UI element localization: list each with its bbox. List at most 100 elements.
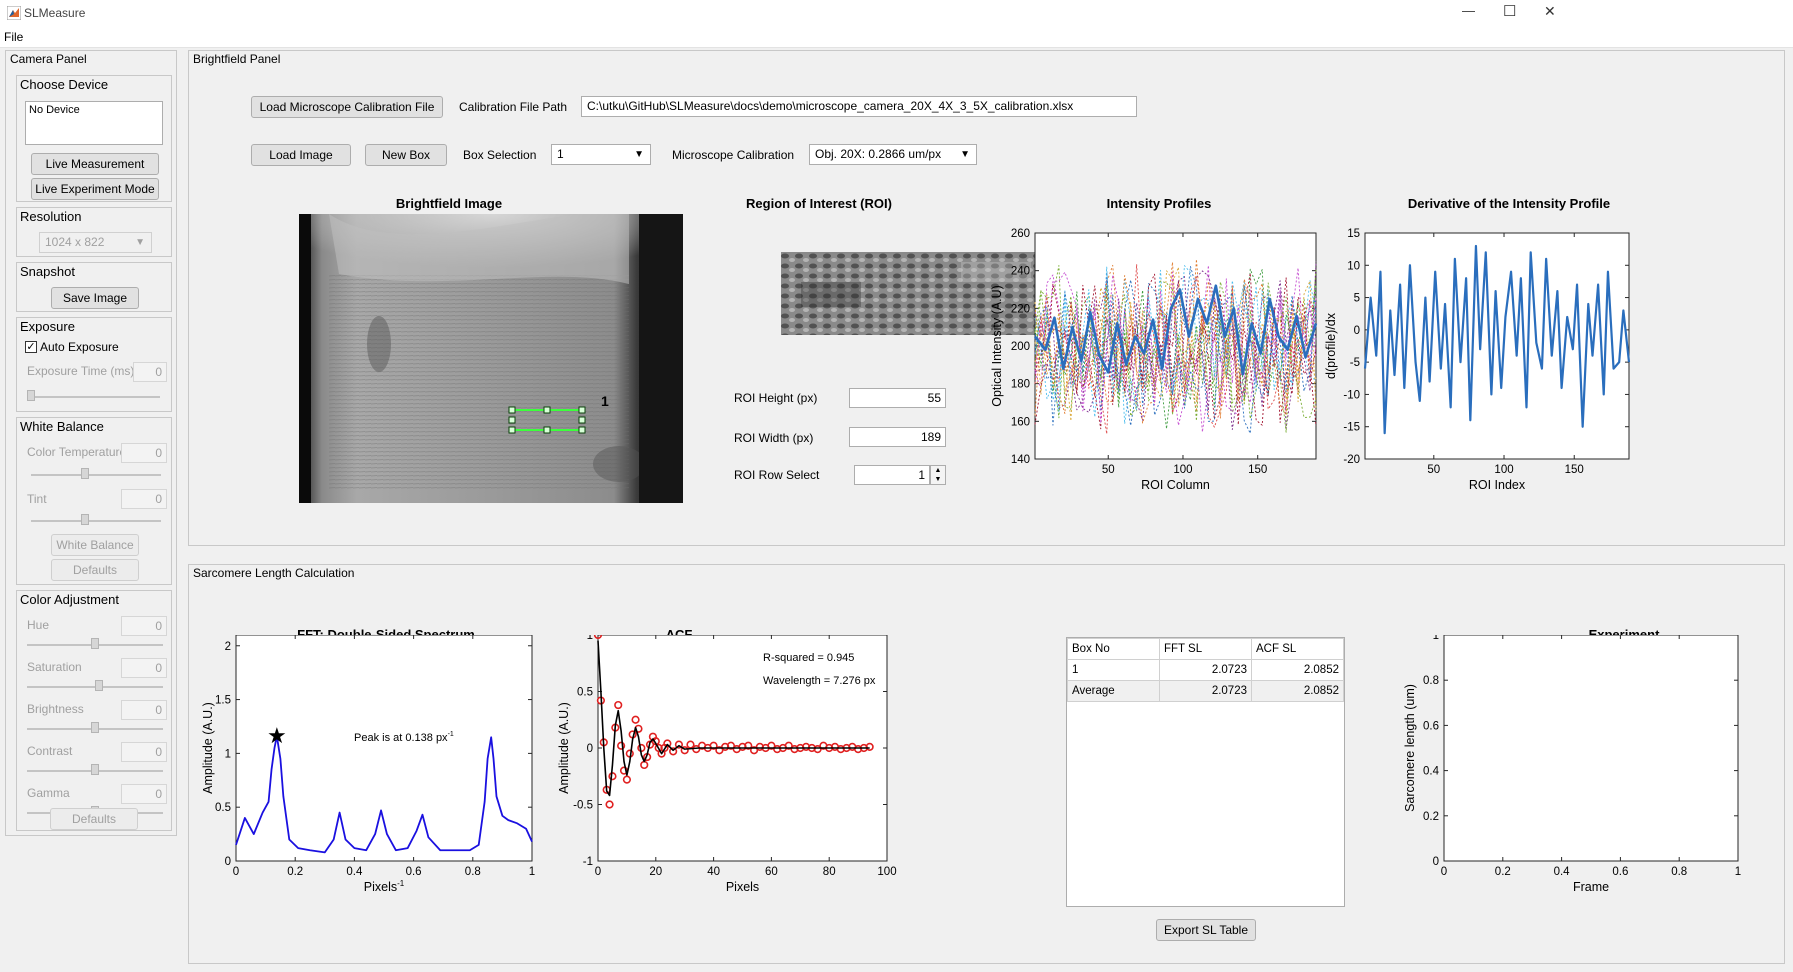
calibration-path-field[interactable]: C:\utku\GitHub\SLMeasure\docs\demo\micro… [581,96,1137,117]
x-axis-label-superscript: -1 [397,879,405,888]
sl-table-header[interactable]: FFT SL [1159,638,1252,660]
load-image-button[interactable]: Load Image [251,144,351,166]
derivative-chart: 50 100 150 -20 -15 -10 -5 0 5 10 15 ROI Index d(prof… [1324,228,1631,492]
box-selection-dropdown[interactable]: 1 ▼ [551,144,651,165]
peak-star-marker: ★ [267,723,287,748]
sl-table[interactable]: Box No FFT SL ACF SL 1 2.0723 2.0852 Ave… [1066,637,1345,907]
x-tick-label: 0.6 [406,866,422,878]
x-tick-label: 1 [529,866,535,878]
tint-slider[interactable] [31,520,161,522]
roi-height-label: ROI Height (px) [734,391,818,405]
roi-box-label: 1 [601,393,609,409]
y-tick-label: 0.4 [1423,766,1440,778]
table-row[interactable]: Average 2.0723 2.0852 [1067,680,1344,702]
color-adjustment-title: Color Adjustment [20,592,119,607]
exposure-title: Exposure [20,319,75,334]
y-tick-label: 1 [225,748,231,760]
x-tick-label: 0.6 [1612,866,1628,878]
x-tick-label: 150 [1565,464,1584,476]
roi-row-select-field[interactable]: 1 [854,465,930,485]
y-tick-label: 260 [1011,228,1030,240]
hue-label: Hue [27,618,50,632]
brightness-slider-thumb[interactable] [91,722,99,733]
sl-panel: Sarcomere Length Calculation FFT: Double… [188,564,1785,964]
live-measurement-button[interactable]: Live Measurement Mode [31,153,159,191]
device-list-item[interactable]: No Device [29,104,80,116]
x-axis-label: Pixels [726,880,759,894]
color-temperature-slider[interactable] [31,474,161,476]
brightfield-panel-title: Brightfield Panel [193,52,281,66]
fft-chart: 0 0.2 0.4 0.6 0.8 1 0 0.5 1 1.5 2 Pixels-1 Amplitude… [201,635,535,894]
resolution-dropdown[interactable]: 1024 x 822 ▼ [39,232,152,253]
exposure-group: Exposure ✓ Auto Exposure Exposure Time (… [16,317,172,412]
y-tick-label: 0.5 [577,687,593,699]
maximize-button[interactable]: ☐ [1503,2,1516,20]
sl-table-grid: Box No FFT SL ACF SL 1 2.0723 2.0852 Ave… [1067,638,1344,702]
choose-device-group: Choose Device No Device Live Measurement… [16,75,172,202]
peak-annotation: Peak is at 0.138 px-1 [354,731,454,744]
hue-field[interactable]: 0 [121,616,167,636]
microscope-calibration-dropdown[interactable]: Obj. 20X: 0.2866 um/px ▼ [809,144,977,165]
x-axis-label: Pixels-1 [364,879,405,894]
saturation-slider-thumb[interactable] [95,680,103,691]
brightness-field[interactable]: 0 [121,700,167,720]
exposure-slider[interactable] [27,396,160,398]
roi-width-field[interactable]: 189 [849,427,946,447]
white-balance-button[interactable]: White Balance [51,534,139,556]
contrast-slider-thumb[interactable] [91,764,99,775]
x-tick-label: 50 [1427,464,1440,476]
window-title: SLMeasure [24,6,86,20]
export-sl-table-button[interactable]: Export SL Table [1156,919,1256,941]
x-tick-label: 0.2 [1495,866,1511,878]
sl-panel-title: Sarcomere Length Calculation [193,566,355,580]
x-tick-label: 40 [707,866,720,878]
device-listbox[interactable]: No Device [25,101,163,145]
hue-slider-thumb[interactable] [91,638,99,649]
microscope-calibration-value: Obj. 20X: 0.2866 um/px [815,147,942,161]
auto-exposure-checkbox[interactable]: ✓ [25,341,37,353]
close-button[interactable]: ✕ [1544,3,1556,20]
save-image-button[interactable]: Save Image [51,287,139,309]
sl-table-header[interactable]: Box No [1067,638,1160,660]
brightfield-image[interactable] [299,214,683,503]
saturation-field[interactable]: 0 [121,658,167,678]
roi-height-field[interactable]: 55 [849,388,946,408]
y-tick-label: 200 [1011,341,1030,353]
y-axis-label: Amplitude (A.U.) [201,702,215,794]
white-balance-defaults-button[interactable]: Defaults [51,559,139,581]
menu-file[interactable]: File [4,30,23,44]
table-row[interactable]: 1 2.0723 2.0852 [1067,659,1344,681]
color-temperature-field[interactable]: 0 [121,443,167,463]
gamma-field[interactable]: 0 [121,784,167,804]
color-defaults-button[interactable]: Defaults [50,808,138,830]
y-tick-label: 1 [587,635,593,642]
contrast-field[interactable]: 0 [121,742,167,762]
sl-table-header[interactable]: ACF SL [1251,638,1344,660]
new-box-button[interactable]: New Box [365,144,447,166]
live-experiment-button[interactable]: Live Experiment Mode [31,178,159,200]
color-temperature-slider-thumb[interactable] [81,468,89,479]
y-tick-label: -10 [1343,389,1360,401]
roi-title: Region of Interest (ROI) [746,196,892,211]
white-balance-group: White Balance Color Temperature 0 Tint 0… [16,417,172,585]
roi-row-spinner[interactable]: ▲ ▼ [930,465,946,485]
plot-area [1443,635,1739,862]
exposure-time-field[interactable]: 0 [133,362,167,382]
table-cell: 2.0852 [1251,659,1344,681]
x-tick-label: 100 [877,866,896,878]
load-calibration-button[interactable]: Load Microscope Calibration File [251,96,443,118]
minimize-button[interactable]: — [1462,3,1475,18]
table-cell: 2.0852 [1251,680,1344,702]
menu-bar: File [0,28,1793,48]
tint-slider-thumb[interactable] [81,514,89,525]
x-tick-label: 60 [765,866,778,878]
y-tick-label: 1.5 [215,695,231,707]
y-tick-label: 240 [1011,266,1030,278]
x-tick-label: 80 [823,866,836,878]
exposure-slider-thumb[interactable] [27,390,35,401]
window-titlebar: SLMeasure — ☐ ✕ [0,0,1793,28]
contrast-label: Contrast [27,744,73,758]
x-axis-label: ROI Column [1141,478,1210,492]
tint-field[interactable]: 0 [121,489,167,509]
snapshot-group: Snapshot Save Image [16,262,172,312]
